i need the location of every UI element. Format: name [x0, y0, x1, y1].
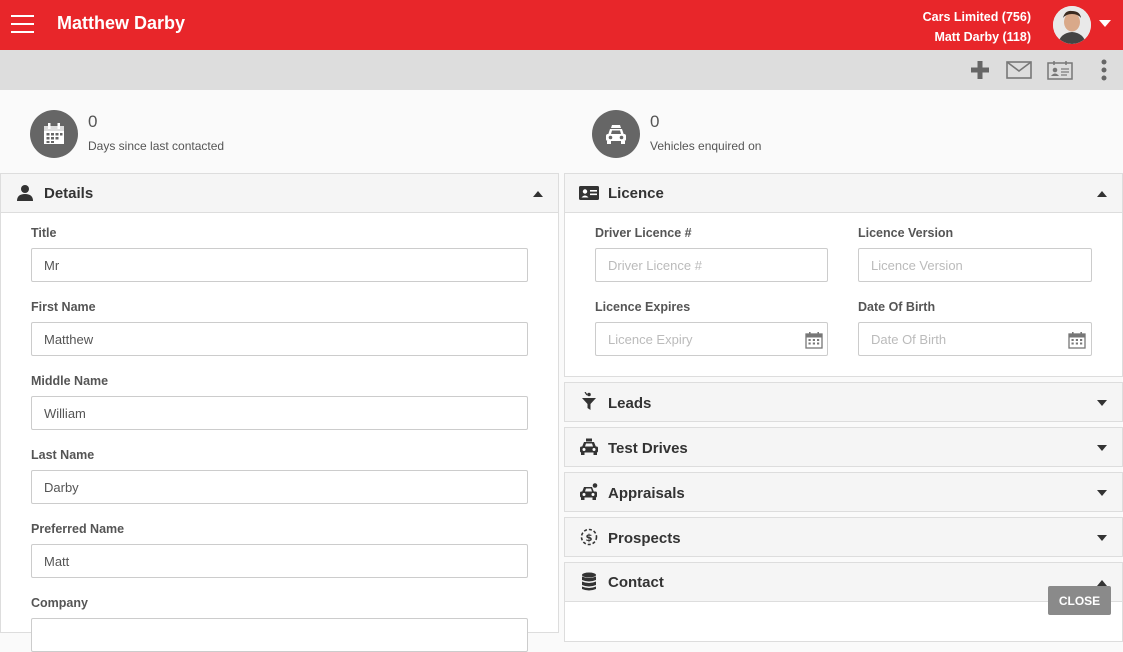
target-dollar-icon: $ [579, 527, 599, 547]
id-card-icon [579, 183, 599, 203]
date-of-birth-label: Date Of Birth [858, 300, 936, 314]
stats-bar: 0 Days since last contacted 0 Vehicles e… [0, 90, 1123, 174]
appraisals-title: Appraisals [608, 485, 685, 502]
account-company: Cars Limited (756) [922, 10, 1031, 24]
middle-name-field[interactable] [31, 396, 528, 430]
licence-version-field[interactable] [858, 248, 1092, 282]
licence-title: Licence [608, 185, 664, 202]
section-contact: Contact [564, 562, 1123, 642]
calendar-icon [30, 110, 78, 158]
company-label: Company [31, 596, 88, 610]
contact-card-icon[interactable] [1046, 58, 1074, 82]
middle-name-label: Middle Name [31, 374, 109, 388]
licence-expires-label: Licence Expires [595, 300, 691, 314]
expand-icon[interactable] [1097, 400, 1107, 406]
svg-text:$: $ [586, 533, 593, 544]
prospects-title: Prospects [608, 530, 681, 547]
licence-version-label: Licence Version [858, 226, 954, 240]
licence-panel: Licence Driver Licence # Licence Version… [564, 173, 1123, 377]
calendar-picker-icon[interactable] [805, 331, 823, 349]
licence-expiry-field[interactable] [595, 322, 828, 356]
contact-panel-header[interactable]: Contact [565, 563, 1122, 602]
section-appraisals[interactable]: Appraisals [564, 472, 1123, 512]
preferred-name-field[interactable] [31, 544, 528, 578]
date-of-birth-field[interactable] [858, 322, 1092, 356]
company-field[interactable] [31, 618, 528, 652]
driver-licence-label: Driver Licence # [595, 226, 692, 240]
funnel-icon [579, 392, 599, 412]
database-icon [579, 572, 599, 592]
last-name-field[interactable] [31, 470, 528, 504]
licence-panel-header[interactable]: Licence [565, 174, 1122, 213]
contact-title: Contact [608, 574, 664, 591]
vehicles-enquired-value: 0 [650, 112, 660, 131]
plus-icon[interactable] [969, 58, 991, 82]
envelope-icon[interactable] [1005, 58, 1033, 82]
preferred-name-label: Preferred Name [31, 522, 125, 536]
more-vertical-icon[interactable] [1098, 58, 1110, 82]
top-bar: Matthew Darby Cars Limited (756) Matt Da… [0, 0, 1123, 50]
days-since-contacted-label: Days since last contacted [88, 139, 225, 153]
account-dropdown-icon[interactable] [1099, 20, 1111, 27]
account-info[interactable]: Cars Limited (756) Matt Darby (118) [923, 7, 1031, 47]
avatar[interactable] [1053, 6, 1091, 44]
details-panel: Details Title First Name Middle Name Las… [0, 173, 559, 652]
section-test-drives[interactable]: Test Drives [564, 427, 1123, 467]
calendar-picker-icon[interactable] [1068, 331, 1086, 349]
page-title: Matthew Darby [57, 13, 186, 33]
section-prospects[interactable]: $ Prospects [564, 517, 1123, 557]
details-title: Details [44, 185, 94, 202]
title-field[interactable] [31, 248, 528, 282]
driver-licence-field[interactable] [595, 248, 828, 282]
vehicles-enquired-label: Vehicles enquired on [650, 139, 762, 153]
section-leads[interactable]: Leads [564, 382, 1123, 422]
expand-icon[interactable] [1097, 490, 1107, 496]
collapse-icon[interactable] [1097, 191, 1107, 197]
close-button[interactable]: CLOSE [1048, 586, 1111, 615]
account-user: Matt Darby (118) [934, 30, 1031, 44]
taxi-icon [579, 437, 599, 457]
details-panel-header[interactable]: Details [1, 174, 558, 213]
first-name-label: First Name [31, 300, 96, 314]
person-icon [15, 183, 35, 203]
last-name-label: Last Name [31, 448, 95, 462]
car-appraisal-icon [579, 482, 599, 502]
expand-icon[interactable] [1097, 445, 1107, 451]
expand-icon[interactable] [1097, 535, 1107, 541]
action-toolbar [0, 50, 1123, 90]
menu-icon[interactable] [11, 15, 34, 34]
leads-title: Leads [608, 395, 652, 412]
collapse-icon[interactable] [533, 191, 543, 197]
first-name-field[interactable] [31, 322, 528, 356]
title-label: Title [31, 226, 57, 240]
days-since-contacted-value: 0 [88, 112, 98, 131]
car-icon [592, 110, 640, 158]
test-drives-title: Test Drives [608, 440, 688, 457]
